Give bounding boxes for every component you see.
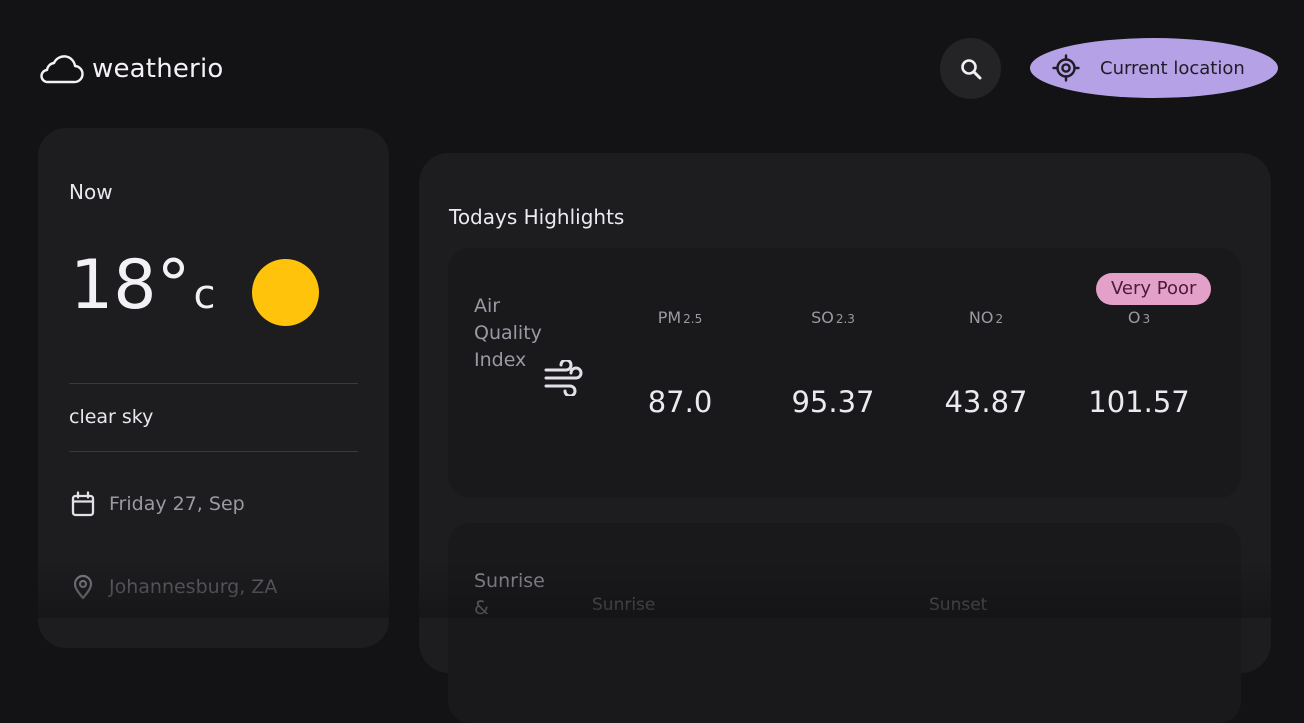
pollutant-name: NO 2 <box>968 308 1004 327</box>
temperature-value: 18° <box>70 246 191 325</box>
pollutant-value: 95.37 <box>791 385 875 419</box>
pollutant-pm25: PM 2.5 87.0 <box>605 308 755 419</box>
date-row: Friday 27, Sep <box>69 490 245 518</box>
now-title: Now <box>69 180 113 204</box>
current-temperature: 18° c <box>70 252 216 320</box>
divider <box>69 383 358 384</box>
sunrise-label: Sunrise <box>592 595 656 615</box>
my-location-icon <box>1052 54 1080 82</box>
wind-icon <box>544 360 583 396</box>
location-row: Johannesburg, ZA <box>69 573 277 601</box>
current-location-label: Current location <box>1100 57 1245 79</box>
sunrise-sunset-title: Sunrise & <box>474 570 545 619</box>
search-icon <box>960 58 981 79</box>
pollutant-value: 43.87 <box>944 385 1028 419</box>
pollutant-name: PM 2.5 <box>657 308 703 327</box>
pollutant-value: 101.57 <box>1088 385 1190 419</box>
cloud-icon <box>40 55 84 84</box>
sunrise-sunset-card: Sunrise & Sunrise Sunset <box>448 523 1241 723</box>
air-quality-card: Air Quality Index Very Poor PM 2.5 87.0 S… <box>448 248 1241 498</box>
temperature-unit: c <box>193 272 216 318</box>
divider <box>69 451 358 452</box>
app-name: weatherio <box>92 54 224 84</box>
app-header: weatherio Current location <box>0 0 1304 128</box>
highlights-card: Todays Highlights Air Quality Index Very… <box>419 153 1271 723</box>
pollutant-name: O3 <box>1127 308 1151 327</box>
current-weather-card: Now 18° c clear sky Friday 27, Sep Johan… <box>38 128 389 648</box>
search-button[interactable] <box>940 38 1001 99</box>
pollutant-so2: SO 2.3 95.37 <box>758 308 908 419</box>
sunset-label: Sunset <box>929 595 988 615</box>
current-date: Friday 27, Sep <box>109 493 245 515</box>
weather-description: clear sky <box>69 406 154 428</box>
current-location-button[interactable]: Current location <box>1030 38 1278 98</box>
pollutant-o3: O3 101.57 <box>1064 308 1214 419</box>
pollutant-no2: NO 2 43.87 <box>911 308 1061 419</box>
sun-icon <box>252 259 319 326</box>
calendar-icon <box>71 491 95 517</box>
current-location: Johannesburg, ZA <box>109 576 278 598</box>
app-logo[interactable]: weatherio <box>38 50 223 88</box>
pollutant-name: SO 2.3 <box>811 308 855 327</box>
pollutant-value: 87.0 <box>647 385 713 419</box>
location-pin-icon <box>73 574 93 600</box>
highlights-title: Todays Highlights <box>449 205 625 229</box>
air-quality-status-badge: Very Poor <box>1096 273 1212 305</box>
